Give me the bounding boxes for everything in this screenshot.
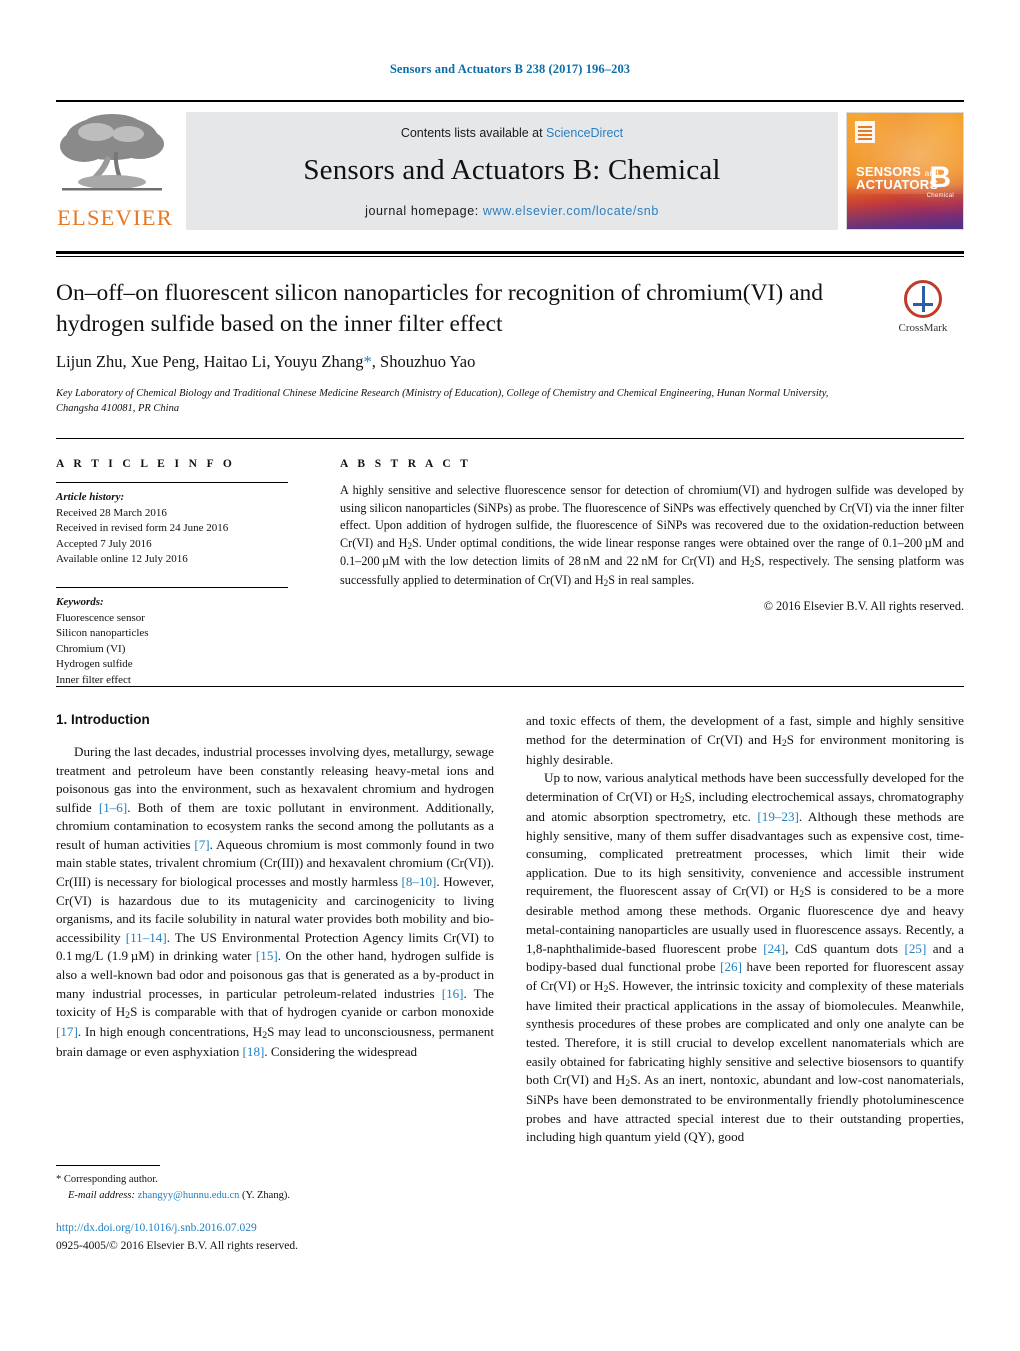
body-column-right: and toxic effects of them, the developme… <box>526 712 964 1147</box>
abstract-copyright: © 2016 Elsevier B.V. All rights reserved… <box>763 598 964 613</box>
cover-elsevier-mark-icon <box>855 121 875 143</box>
page-title: On–off–on fluorescent silicon nanopartic… <box>56 280 824 338</box>
citation-ref[interactable]: [1–6] <box>99 800 127 815</box>
history-item: Accepted 7 July 2016 <box>56 537 152 550</box>
footnote-corresponding-line: * Corresponding author. <box>56 1172 494 1188</box>
article-info-heading: A R T I C L E I N F O <box>56 458 236 470</box>
keyword-item: Silicon nanoparticles <box>56 627 149 640</box>
citation-ref[interactable]: [18] <box>243 1044 265 1059</box>
crossmark-label: CrossMark <box>898 322 948 334</box>
keyword-item: Hydrogen sulfide <box>56 658 133 671</box>
section-heading-introduction: 1. Introduction <box>56 712 150 727</box>
citation-ref[interactable]: [25] <box>904 941 926 956</box>
crossmark-icon <box>904 280 942 318</box>
author-names-tail: , Shouzhuo Yao <box>371 352 476 371</box>
body-top-rule <box>56 686 964 687</box>
citation-ref[interactable]: [11–14] <box>126 930 167 945</box>
footnote-corresponding-text: Corresponding author. <box>63 1174 158 1185</box>
paragraph: During the last decades, industrial proc… <box>56 744 495 1060</box>
citation-ref[interactable]: [26] <box>720 959 742 974</box>
homepage-prefix: journal homepage: <box>365 204 483 218</box>
paragraph: Up to now, various analytical methods ha… <box>526 770 964 1145</box>
article-info-column: A R T I C L E I N F O Article history: R… <box>56 458 314 689</box>
abstract-heading: A B S T R A C T <box>340 458 472 470</box>
affiliation: Key Laboratory of Chemical Biology and T… <box>56 388 829 415</box>
crossmark-badge[interactable]: CrossMark <box>884 280 962 344</box>
cover-line-1: SENSORS and <box>856 165 939 178</box>
cover-text: SENSORS and ACTUATORS <box>856 165 939 192</box>
paper-page: Sensors and Actuators B 238 (2017) 196–2… <box>0 0 1020 1351</box>
footnote-rule <box>56 1165 160 1166</box>
footnote-block: * Corresponding author. E-mail address: … <box>56 1172 494 1204</box>
keyword-item: Chromium (VI) <box>56 642 126 655</box>
citation-ref[interactable]: [19–23] <box>757 809 798 824</box>
paragraph: and toxic effects of them, the developme… <box>526 713 965 767</box>
keywords-label: Keywords: <box>56 596 104 609</box>
keywords-block: Keywords: Fluorescence sensor Silicon na… <box>56 595 314 689</box>
journal-homepage-line: journal homepage: www.elsevier.com/locat… <box>186 204 838 218</box>
citation-ref[interactable]: [16] <box>442 986 464 1001</box>
issn-copyright: 0925-4005/© 2016 Elsevier B.V. All right… <box>56 1240 299 1252</box>
journal-band: Contents lists available at ScienceDirec… <box>186 112 838 230</box>
doi-link[interactable]: http://dx.doi.org/10.1016/j.snb.2016.07.… <box>56 1222 257 1234</box>
contents-list-line: Contents lists available at ScienceDirec… <box>186 112 838 140</box>
keywords-divider <box>56 587 288 589</box>
author-list: Lijun Zhu, Xue Peng, Haitao Li, Youyu Zh… <box>56 352 856 372</box>
article-history-block: Article history: Received 28 March 2016 … <box>56 490 314 568</box>
email-link[interactable]: zhangyy@hunnu.edu.cn <box>138 1190 240 1201</box>
elsevier-wordmark: ELSEVIER <box>57 205 173 230</box>
history-item: Received in revised form 24 June 2016 <box>56 522 229 535</box>
corresponding-author-marker[interactable]: * <box>364 352 372 371</box>
citation-ref[interactable]: [24] <box>763 941 785 956</box>
contents-prefix: Contents lists available at <box>400 126 547 140</box>
sciencedirect-link[interactable]: ScienceDirect <box>546 126 623 140</box>
cover-line-2: ACTUATORS <box>856 177 939 193</box>
cover-series-letter: B <box>929 161 951 194</box>
citation-ref[interactable]: [17] <box>56 1024 78 1039</box>
running-head: Sensors and Actuators B 238 (2017) 196–2… <box>389 62 631 76</box>
citation-ref[interactable]: [8–10] <box>402 874 437 889</box>
abstract-column: A B S T R A C T A highly sensitive and s… <box>340 458 964 614</box>
elsevier-logo: ELSEVIER <box>56 112 174 230</box>
article-info-divider <box>56 482 288 483</box>
keyword-item: Fluorescence sensor <box>56 611 145 624</box>
journal-title: Sensors and Actuators B: Chemical <box>303 154 721 186</box>
body-column-left: 1. Introduction During the last decades,… <box>56 712 494 1062</box>
email-label: E-mail address: <box>68 1189 135 1201</box>
title-top-rule-thin <box>56 256 964 257</box>
info-section-rule <box>56 438 964 439</box>
email-owner: (Y. Zhang). <box>242 1189 290 1201</box>
article-history-label: Article history: <box>56 491 125 503</box>
history-item: Available online 12 July 2016 <box>56 553 188 566</box>
footnote-email-line: E-mail address: zhangyy@hunnu.edu.cn (Y.… <box>56 1188 494 1204</box>
cover-series-sub: Chemical <box>926 193 954 199</box>
author-names: Lijun Zhu, Xue Peng, Haitao Li, Youyu Zh… <box>56 352 364 371</box>
footnote-marker: * <box>56 1174 62 1185</box>
citation-ref[interactable]: [15] <box>256 948 278 963</box>
title-top-rule <box>56 251 964 254</box>
elsevier-tree-icon <box>56 112 168 204</box>
abstract-text: A highly sensitive and selective fluores… <box>340 483 964 588</box>
journal-masthead: ELSEVIER Contents lists available at Sci… <box>56 100 964 232</box>
journal-cover-thumbnail: SENSORS and ACTUATORS B Chemical <box>846 112 964 230</box>
journal-homepage-link[interactable]: www.elsevier.com/locate/snb <box>483 204 659 218</box>
citation-ref[interactable]: [7] <box>194 837 209 852</box>
history-item: Received 28 March 2016 <box>56 506 167 519</box>
masthead-top-rule <box>56 100 964 102</box>
